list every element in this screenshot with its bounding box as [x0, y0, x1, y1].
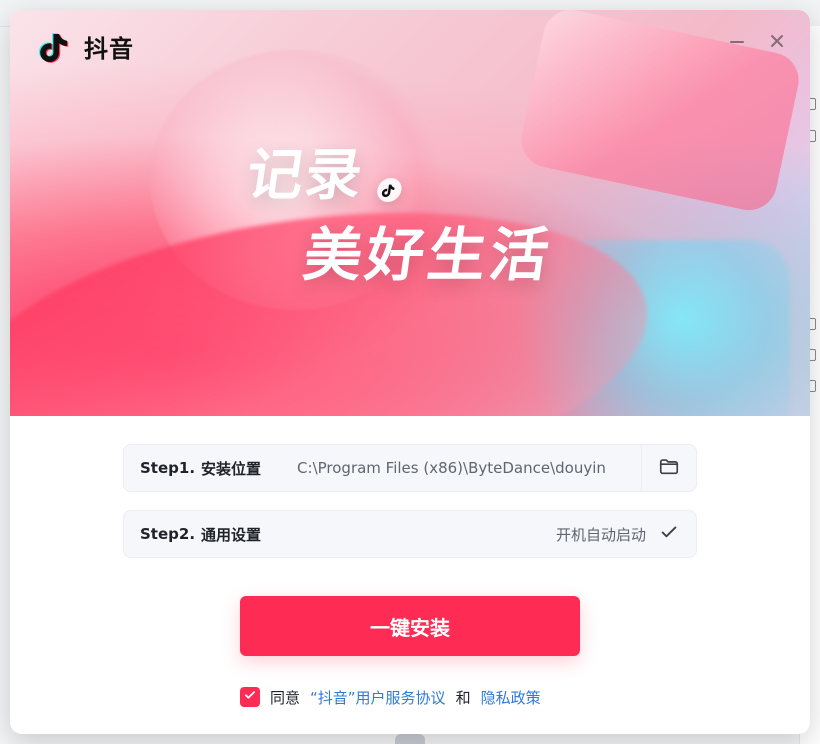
- douyin-mini-badge-icon: [375, 178, 404, 202]
- slogan-line-1: 记录: [242, 143, 368, 208]
- hero-slogan: 记录 美好生活: [219, 143, 621, 308]
- step-2-number: Step2.: [140, 525, 196, 543]
- brand-name: 抖音: [84, 34, 134, 63]
- background-bottom-handle: [395, 734, 425, 744]
- close-button[interactable]: [764, 28, 790, 54]
- step-2-label: 通用设置: [201, 525, 262, 544]
- window-controls: [724, 28, 790, 54]
- douyin-logo-icon: [38, 28, 74, 64]
- hero-banner: 抖音 记录 美好生活: [10, 10, 810, 416]
- minimize-button[interactable]: [724, 28, 750, 54]
- agreement-prefix: 同意: [270, 688, 301, 707]
- checkbox-check-icon: [243, 688, 257, 706]
- check-icon: [658, 521, 680, 547]
- brand: 抖音: [38, 28, 134, 64]
- installer-window: 抖音 记录 美好生活 Step1. 安装位置 C:\Program Files …: [10, 10, 810, 734]
- auto-start-toggle[interactable]: 开机自动启动: [556, 521, 696, 547]
- agreement-row: 同意 “抖音”用户服务协议 和 隐私政策: [240, 686, 660, 708]
- step-general-settings: Step2. 通用设置 开机自动启动: [123, 510, 697, 558]
- install-path-field[interactable]: C:\Program Files (x86)\ByteDance\douyin: [295, 444, 641, 492]
- close-icon: [768, 32, 786, 50]
- step-1-number: Step1.: [140, 459, 196, 477]
- slogan-line-2: 美好生活: [299, 221, 557, 289]
- step-1-title: Step1. 安装位置: [124, 458, 261, 479]
- minimize-icon: [728, 32, 746, 50]
- one-click-install-button[interactable]: 一键安装: [240, 596, 580, 656]
- privacy-link[interactable]: 隐私政策: [481, 687, 541, 708]
- step-2-title: Step2. 通用设置: [124, 524, 261, 545]
- agreement-and: 和: [455, 688, 471, 707]
- auto-start-label: 开机自动启动: [555, 525, 646, 544]
- step-1-label: 安装位置: [201, 459, 262, 478]
- step-install-location: Step1. 安装位置 C:\Program Files (x86)\ByteD…: [123, 444, 697, 492]
- folder-icon: [658, 455, 680, 481]
- installer-content: Step1. 安装位置 C:\Program Files (x86)\ByteD…: [10, 416, 810, 734]
- browse-folder-button[interactable]: [641, 445, 696, 491]
- terms-link[interactable]: “抖音”用户服务协议: [310, 687, 446, 708]
- agreement-checkbox[interactable]: [240, 687, 260, 707]
